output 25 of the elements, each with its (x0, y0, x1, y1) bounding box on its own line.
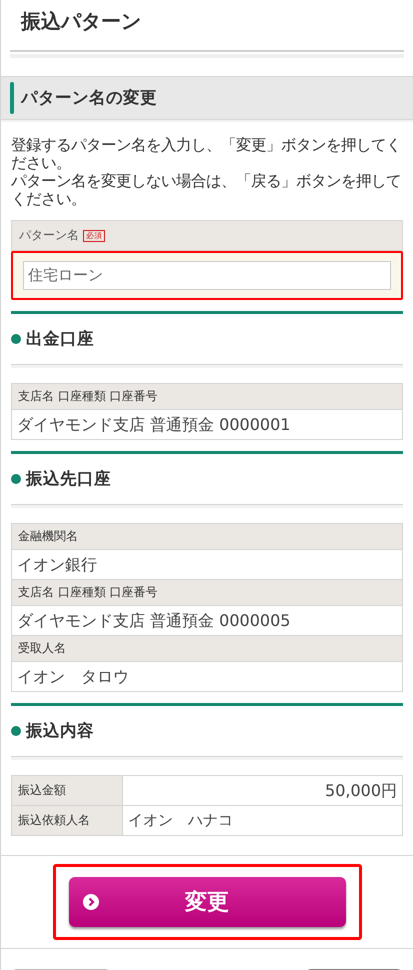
instruction-text: パターン名を変更しない場合は、「戻る」ボタンを押してください。 (11, 172, 402, 208)
pattern-name-field[interactable]: 住宅ローン (23, 261, 391, 290)
bullet-icon (11, 474, 21, 484)
bullet-icon (11, 726, 21, 736)
table-label: 受取人名 (12, 636, 402, 662)
table-value: イオン ハナコ (127, 810, 234, 831)
table-value: 50,000円 (324, 780, 398, 802)
section-title: 振込内容 (26, 720, 94, 742)
section-title: 出金口座 (26, 328, 94, 350)
section-title: パターン名の変更 (21, 87, 157, 109)
table-value: イオン タロウ (16, 666, 130, 688)
bullet-icon (11, 334, 21, 344)
table-label: 金融機関名 (12, 524, 402, 550)
chevron-icon (82, 894, 98, 910)
page-title: 振込パターン (20, 8, 142, 35)
field-label: パターン名 (19, 227, 79, 244)
table-label: 支店名 口座種類 口座番号 (12, 384, 402, 410)
section-title: 振込先口座 (26, 468, 111, 490)
table-label: 振込依頼人名 (12, 806, 123, 835)
table-value: ダイヤモンド支店 普通預金 0000001 (16, 414, 292, 436)
table-label: 振込金額 (12, 776, 123, 805)
change-button[interactable]: 変更 (68, 877, 346, 927)
instruction-text: 登録するパターン名を入力し、「変更」ボタンを押してください。 (11, 136, 402, 172)
table-label: 支店名 口座種類 口座番号 (12, 580, 402, 606)
required-badge: 必須 (83, 230, 105, 242)
